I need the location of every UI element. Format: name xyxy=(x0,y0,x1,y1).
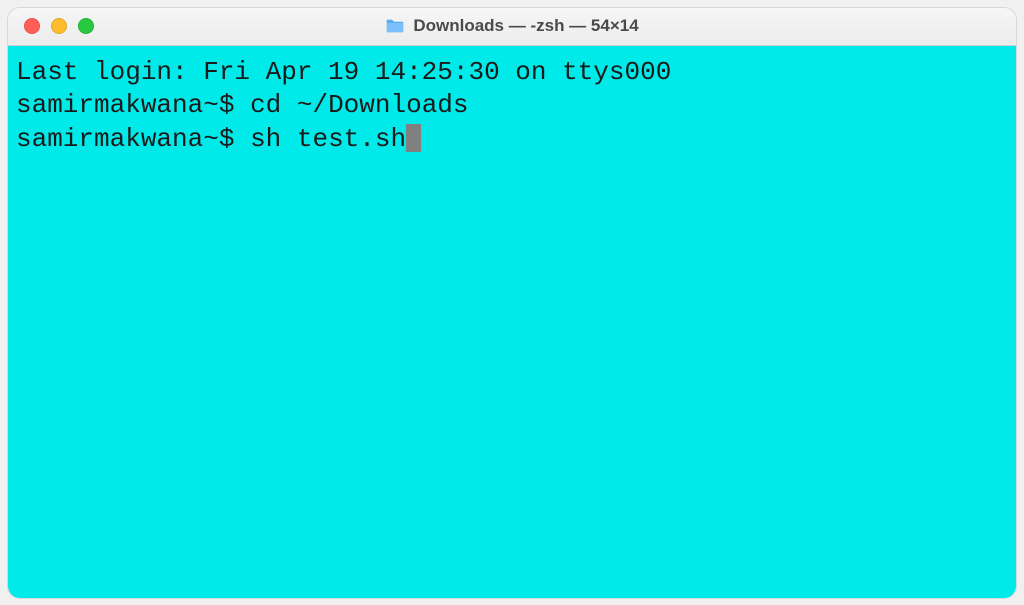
prompt-user: samirmakwana xyxy=(16,90,203,120)
close-button[interactable] xyxy=(24,18,40,34)
prompt-symbol: ~$ xyxy=(203,124,234,154)
window-title: Downloads — -zsh — 54×14 xyxy=(413,16,638,36)
terminal-body[interactable]: Last login: Fri Apr 19 14:25:30 on ttys0… xyxy=(8,46,1016,598)
maximize-button[interactable] xyxy=(78,18,94,34)
prompt-user: samirmakwana xyxy=(16,124,203,154)
command-text: cd ~/Downloads xyxy=(250,90,468,120)
terminal-line: samirmakwana~$ cd ~/Downloads xyxy=(16,89,1008,123)
terminal-line: samirmakwana~$ sh test.sh xyxy=(16,123,1008,157)
title-content: Downloads — -zsh — 54×14 xyxy=(385,16,638,36)
command-text: sh test.sh xyxy=(250,124,406,154)
traffic-lights xyxy=(8,18,94,34)
last-login-line: Last login: Fri Apr 19 14:25:30 on ttys0… xyxy=(16,56,1008,90)
title-bar[interactable]: Downloads — -zsh — 54×14 xyxy=(8,8,1016,46)
cursor xyxy=(406,124,421,152)
folder-icon xyxy=(385,18,405,34)
minimize-button[interactable] xyxy=(51,18,67,34)
terminal-window: Downloads — -zsh — 54×14 Last login: Fri… xyxy=(8,8,1016,598)
prompt-symbol: ~$ xyxy=(203,90,234,120)
